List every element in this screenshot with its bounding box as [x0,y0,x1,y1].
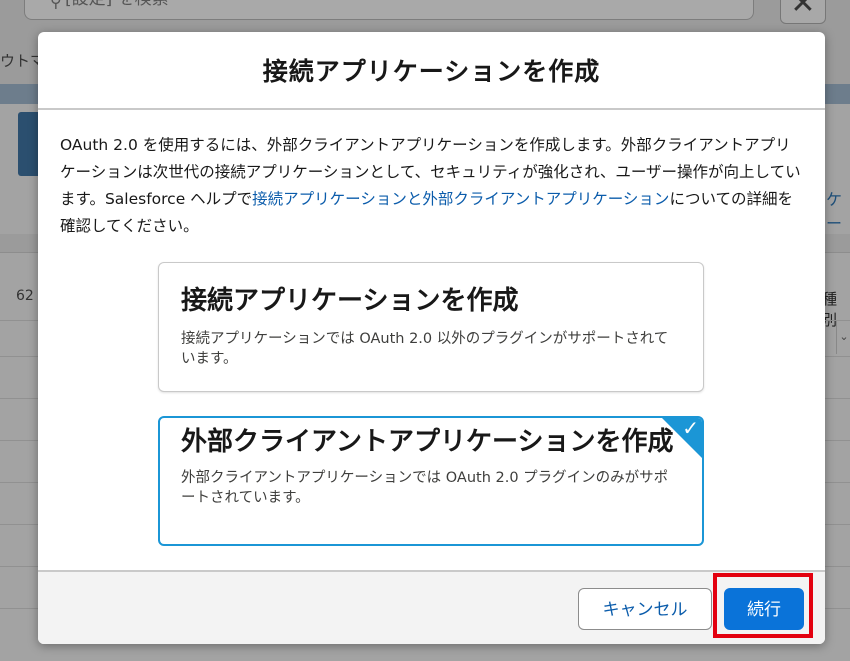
option-connected-app[interactable]: 接続アプリケーションを作成 接続アプリケーションでは OAuth 2.0 以外の… [158,262,704,392]
intro-text: OAuth 2.0 を使用するには、外部クライアントアプリケーションを作成します… [60,132,803,240]
background-card-link: ケー [826,190,843,233]
checkmark-icon: ✓ [682,416,699,440]
modal-title: 接続アプリケーションを作成 [262,57,601,86]
create-app-modal: 接続アプリケーションを作成 OAuth 2.0 を使用するには、外部クライアント… [38,32,825,644]
modal-header: 接続アプリケーションを作成 [38,32,825,110]
option-description: 外部クライアントアプリケーションでは OAuth 2.0 プラグインのみがサポー… [181,470,669,506]
background-item-count: 62 [16,288,34,304]
continue-button[interactable]: 続行 [724,588,804,630]
search-icon: ⚲ [50,0,62,11]
help-link[interactable]: 接続アプリケーションと外部クライアントアプリケーション [252,190,669,208]
close-icon[interactable]: ✕ [780,0,826,24]
cancel-button[interactable]: キャンセル [578,588,712,630]
option-title: 接続アプリケーションを作成 [181,286,519,316]
option-title: 外部クライアントアプリケーションを作成 [181,427,674,457]
modal-body: OAuth 2.0 を使用するには、外部クライアントアプリケーションを作成します… [38,110,825,570]
setup-search-input[interactable]: [設定] を検索 [24,0,754,20]
chevron-down-icon: ⌄ [836,320,850,354]
option-description: 接続アプリケーションでは OAuth 2.0 以外のプラグインがサポートされてい… [181,331,669,367]
modal-footer: キャンセル 続行 [38,570,825,644]
option-external-client-app[interactable]: ✓ 外部クライアントアプリケーションを作成 外部クライアントアプリケーションでは… [158,416,704,546]
